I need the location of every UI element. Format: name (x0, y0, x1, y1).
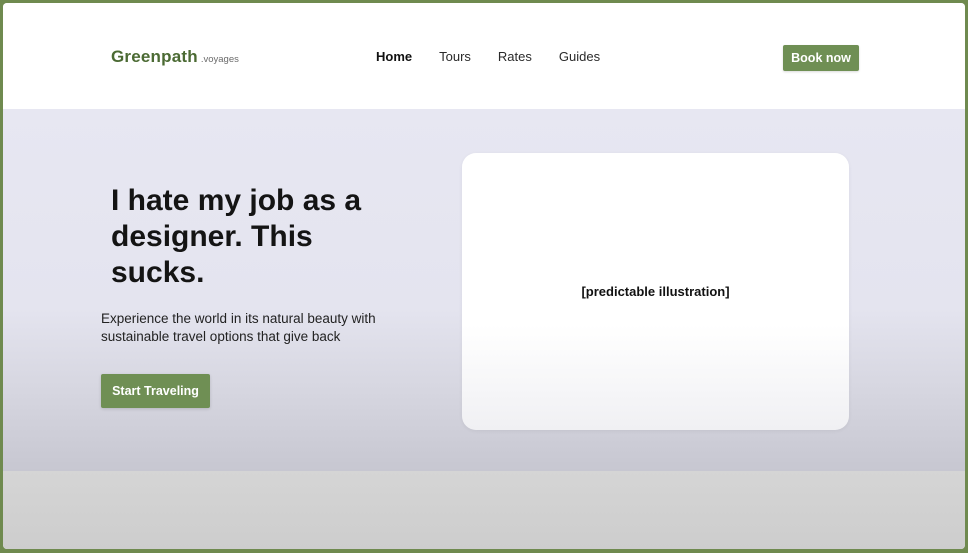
hero-subtitle: Experience the world in its natural beau… (101, 311, 376, 344)
brand-logo[interactable]: Greenpath .voyages (111, 47, 239, 67)
logo-wordmark: Greenpath (111, 47, 198, 66)
nav-item-rates[interactable]: Rates (498, 49, 532, 64)
hero-section: I hate my job as a designer. This sucks.… (3, 109, 965, 471)
site-header: Greenpath .voyages Home Tours Rates Guid… (3, 3, 965, 109)
book-now-button[interactable]: Book now (783, 45, 859, 71)
illustration-label: [predictable illustration] (581, 283, 730, 299)
logo-suffix: .voyages (200, 54, 239, 65)
main-nav: Home Tours Rates Guides (376, 49, 627, 64)
hero-title: I hate my job as a designer. This sucks. (111, 184, 362, 289)
hero-illustration-placeholder: [predictable illustration] (462, 153, 849, 430)
start-traveling-button[interactable]: Start Traveling (101, 374, 210, 408)
nav-item-guides[interactable]: Guides (559, 49, 600, 64)
browser-page: Greenpath .voyages Home Tours Rates Guid… (3, 3, 965, 549)
nav-item-tours[interactable]: Tours (439, 49, 471, 64)
nav-item-home[interactable]: Home (376, 49, 412, 64)
next-section-band (3, 471, 965, 549)
